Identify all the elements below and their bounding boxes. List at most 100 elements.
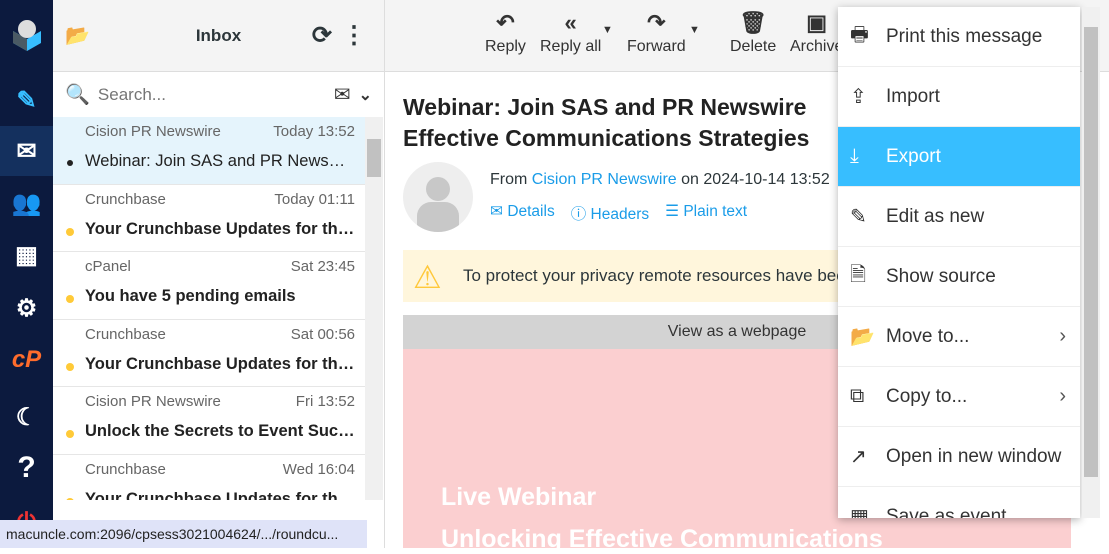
warning-icon: ⚠ xyxy=(413,259,442,295)
subject: Your Crunchbase Updates for the week xyxy=(85,219,355,238)
headers-link[interactable]: ⓘ Headers xyxy=(571,202,649,224)
logo-icon[interactable] xyxy=(0,10,53,60)
sender: Cision PR Newswire xyxy=(85,393,221,410)
forward-dropdown[interactable]: ▼ xyxy=(689,24,700,36)
sender: Crunchbase xyxy=(85,190,166,208)
sender: Crunchbase xyxy=(85,460,166,478)
unread-dot-icon xyxy=(67,160,73,166)
avatar xyxy=(403,162,473,232)
chevron-down-icon[interactable]: ⌄ xyxy=(359,85,372,105)
refresh-icon[interactable]: ⟳ xyxy=(312,21,332,50)
print-icon: 🖶 xyxy=(850,23,869,46)
list-item[interactable]: cPanel Sat 23:45 You have 5 pending emails xyxy=(53,252,365,320)
download-icon: ⤓ xyxy=(850,145,859,167)
more-actions-menu: 🖶 Print this message ⇪ Import ⤓ Export ✎ Edit a… xyxy=(838,7,1080,518)
menu-scrollbar[interactable] xyxy=(1082,7,1100,518)
unread-dot-icon xyxy=(66,362,74,371)
calendar-icon: ▦ xyxy=(850,506,869,518)
help-icon[interactable]: ? xyxy=(0,443,53,493)
archive-icon: ▣ xyxy=(806,10,828,35)
search-icon: 🔍 xyxy=(65,84,90,106)
cpanel-icon[interactable]: cP xyxy=(0,335,53,385)
menu-item[interactable]: ⤓ Export xyxy=(838,127,1080,187)
list-item[interactable]: Crunchbase Wed 16:04 Your Crunchbase Updat… xyxy=(53,455,365,501)
menu-item[interactable]: 📂 Move to... › xyxy=(838,307,1080,367)
reply-all-icon: « xyxy=(564,10,577,35)
unread-dot-icon xyxy=(66,295,74,303)
subject: Unlock the Secrets to Event Success xyxy=(85,422,355,440)
chevron-right-icon: › xyxy=(1059,325,1066,347)
upload-icon: ⇪ xyxy=(850,86,867,108)
date: Wed 16:04 xyxy=(282,460,355,478)
envelope-filter-icon[interactable]: ✉ xyxy=(334,82,351,107)
menu-item[interactable]: ▦ Save as event xyxy=(838,487,1080,519)
reply-button[interactable]: ↶ Reply xyxy=(485,10,526,56)
list-item[interactable]: Cision PR Newswire Today 13:52 Webinar: Jo… xyxy=(53,117,365,185)
unread-dot-icon xyxy=(66,497,74,500)
folder-icon[interactable]: 📂 xyxy=(65,23,90,48)
mail-icon[interactable]: ✉ xyxy=(0,126,53,176)
menu-item[interactable]: ⇪ Import xyxy=(838,67,1080,127)
list-scrollbar[interactable] xyxy=(365,117,383,500)
header-links: ✉ Details ⓘ Headers ☰ Plain text xyxy=(490,202,747,224)
list-icon: ☰ xyxy=(665,203,680,220)
contacts-icon[interactable]: 👥 xyxy=(0,178,53,228)
sender: cPanel xyxy=(85,258,131,275)
sender: Cision PR Newswire xyxy=(85,123,221,140)
unread-dot-icon xyxy=(66,227,74,236)
message-list-panel: 📂 Inbox ⟳ ⋮ 🔍 ✉ ⌄ Cision PR Newswire Toda… xyxy=(53,0,385,548)
menu-item[interactable]: 🗎 Show source xyxy=(838,247,1080,307)
forward-button[interactable]: ↷ Forward xyxy=(627,10,686,56)
menu-item[interactable]: 🖶 Print this message xyxy=(838,7,1080,67)
details-link[interactable]: ✉ Details xyxy=(490,202,555,224)
folder-title: Inbox xyxy=(195,25,242,45)
sender: Crunchbase xyxy=(85,325,166,343)
source-file-icon: 🗎 xyxy=(850,263,867,286)
subject: You have 5 pending emails xyxy=(85,287,296,305)
date: Today 13:52 xyxy=(273,123,355,140)
compose-icon[interactable]: ✎ xyxy=(0,75,53,125)
reply-all-button[interactable]: «Reply all xyxy=(540,10,601,56)
list-item[interactable]: Crunchbase Today 01:11 Your Crunchbase Upd… xyxy=(53,185,365,252)
settings-icon[interactable]: ⚙ xyxy=(0,283,53,333)
from-line: From Cision PR Newswire on 2024-10-14 13… xyxy=(490,171,830,188)
calendar-icon[interactable]: ▦ xyxy=(0,230,53,280)
trash-icon: 🗑 xyxy=(739,10,768,35)
chevron-right-icon: › xyxy=(1059,385,1066,407)
date: Fri 13:52 xyxy=(295,393,355,410)
privacy-warning: ⚠ To protect your privacy remote resource… xyxy=(403,250,843,302)
list-item[interactable]: Crunchbase Sat 00:56 Your Crunchbase Updat… xyxy=(53,320,365,387)
app-sidebar: ✎ ✉ 👥 ▦ ⚙ cP ☾ ? ⏻ xyxy=(0,0,53,548)
sender-link[interactable]: Cision PR Newswire xyxy=(532,171,677,188)
external-window-icon: ↗ xyxy=(850,446,867,468)
date: Today 01:11 xyxy=(274,190,355,208)
list-header: 📂 Inbox ⟳ ⋮ xyxy=(53,0,384,72)
message-list: Cision PR Newswire Today 13:52 Webinar: Jo… xyxy=(53,117,365,500)
subject: Your Crunchbase Updates for the week xyxy=(85,354,355,373)
delete-button[interactable]: 🗑 Delete xyxy=(730,10,776,56)
list-item[interactable]: Cision PR Newswire Fri 13:52 Unlock the Se… xyxy=(53,387,365,455)
menu-item[interactable]: ⧉ Copy to... › xyxy=(838,367,1080,427)
more-vertical-icon[interactable]: ⋮ xyxy=(342,21,366,50)
unread-dot-icon xyxy=(66,430,74,438)
message-subject: Webinar: Join SAS and PR Newswire Effecti… xyxy=(403,94,810,151)
date: Sat 23:45 xyxy=(290,258,355,275)
search-bar: 🔍 ✉ ⌄ xyxy=(53,72,384,117)
folder-open-icon: 📂 xyxy=(850,326,875,348)
envelope-icon: ✉ xyxy=(490,203,503,220)
reply-all-dropdown[interactable]: ▼ xyxy=(602,24,613,36)
archive-button[interactable]: ▣ Archive xyxy=(790,10,843,56)
moon-icon[interactable]: ☾ xyxy=(0,392,53,442)
plain-text-link[interactable]: ☰ Plain text xyxy=(665,202,747,224)
subject: Your Crunchbase Updates for the week xyxy=(85,489,355,501)
search-input[interactable] xyxy=(97,84,326,105)
menu-item[interactable]: ↗ Open in new window xyxy=(838,427,1080,487)
date: Sat 00:56 xyxy=(290,325,355,343)
pencil-icon: ✎ xyxy=(850,206,867,228)
status-url-tooltip: macuncle.com:2096/cpsess3021004624/.../r… xyxy=(0,520,367,548)
copy-icon: ⧉ xyxy=(850,385,865,407)
info-icon: ⓘ xyxy=(570,206,587,223)
menu-item[interactable]: ✎ Edit as new xyxy=(838,187,1080,247)
reply-icon: ↶ xyxy=(496,10,515,35)
forward-icon: ↷ xyxy=(647,10,666,35)
